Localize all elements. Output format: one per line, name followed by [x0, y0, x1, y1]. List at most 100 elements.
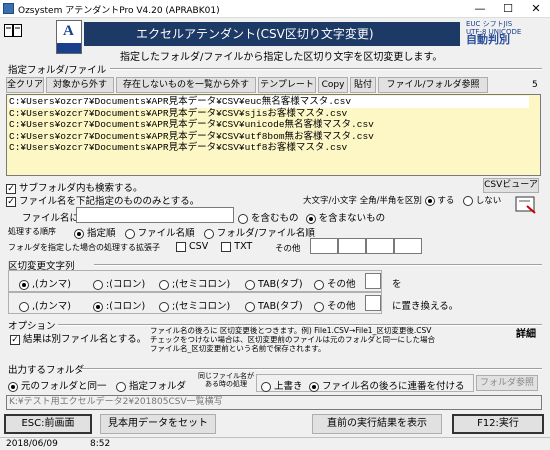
- delim-from-semicolon-label: ;(セミコロン): [172, 279, 231, 290]
- delim-to-colon-radio[interactable]: [93, 301, 103, 312]
- delim-to-comma-radio[interactable]: [19, 301, 29, 312]
- browse-file-folder-button[interactable]: ファイル/フォルダ参照: [378, 77, 488, 93]
- app-logo: A: [56, 20, 82, 54]
- output-specified-option[interactable]: 指定フォルダ: [116, 378, 186, 392]
- ext-other-input-1[interactable]: [310, 238, 338, 254]
- ext-other-input-3[interactable]: [366, 238, 394, 254]
- output-same-option[interactable]: 元のフォルダと同一: [8, 378, 107, 392]
- delim-to-other-radio[interactable]: [314, 301, 324, 312]
- overwrite-radio[interactable]: [261, 381, 271, 392]
- append-option[interactable]: ファイル名の後ろに連番を付ける: [309, 378, 465, 392]
- order-folder-radio[interactable]: [203, 228, 214, 239]
- separate-file-label: 結果は別ファイル名とする。: [23, 334, 147, 345]
- sample-data-button[interactable]: 見本用データをセット: [100, 414, 216, 434]
- back-button[interactable]: ESC:前画面: [4, 414, 92, 434]
- delim-from-comma[interactable]: ,(カンマ): [19, 276, 71, 290]
- append-radio[interactable]: [309, 381, 319, 392]
- encoding-brand: EUC シフトJIS UTF-8 UNICODE 自動判別: [466, 20, 548, 45]
- case-no-radio[interactable]: [463, 195, 474, 206]
- option-section-title: オプション: [8, 321, 56, 332]
- window-title: Ozsystem アテンダントPro V4.20 (APRABK01): [18, 6, 220, 16]
- delim-from-suffix: を: [392, 279, 402, 290]
- delim-to-other-input[interactable]: [365, 295, 381, 311]
- divider: [80, 368, 542, 370]
- copy-button[interactable]: Copy: [318, 77, 348, 93]
- only-files-checkbox[interactable]: ✓: [6, 196, 16, 207]
- edit-icon[interactable]: [515, 196, 537, 214]
- ext-other-input-2[interactable]: [338, 238, 366, 254]
- remove-missing-button[interactable]: 存在しないものを一覧から外す: [116, 77, 256, 93]
- ext-csv-checkbox[interactable]: [176, 241, 186, 252]
- list-item[interactable]: C:¥Users¥ozcr7¥Documents¥APR見本データ¥CSV¥ut…: [9, 131, 540, 143]
- delim-from-colon[interactable]: :(コロン): [93, 276, 145, 290]
- delim-from-semicolon-radio[interactable]: [159, 279, 169, 290]
- output-path-field[interactable]: K:¥テスト用エクセルデータ2¥201805CSV一覧横写: [6, 395, 542, 410]
- delim-to-tab[interactable]: TAB(タブ): [245, 298, 303, 312]
- output-same-radio[interactable]: [8, 381, 18, 392]
- last-result-button[interactable]: 直前の実行結果を表示: [312, 414, 442, 434]
- only-files-option[interactable]: ✓ ファイル名を下記指定のもののみとする。: [6, 193, 199, 207]
- subfolder-option[interactable]: ✓ サブフォルダ内も検索する。: [6, 180, 143, 194]
- case-yes-radio[interactable]: [424, 195, 435, 206]
- delim-from-tab-label: TAB(タブ): [258, 279, 303, 290]
- order-filename-label: ファイル名順: [137, 228, 195, 239]
- order-filename-radio[interactable]: [124, 228, 135, 239]
- filename-input[interactable]: [76, 207, 234, 223]
- detail-link[interactable]: 詳細: [516, 325, 536, 340]
- subfolder-checkbox[interactable]: ✓: [6, 183, 16, 194]
- delim-from-tab[interactable]: TAB(タブ): [245, 276, 303, 290]
- delim-to-other[interactable]: その他: [314, 298, 356, 312]
- delim-to-semicolon[interactable]: ;(セミコロン): [159, 298, 230, 312]
- delim-to-panel: ,(カンマ) :(コロン) ;(セミコロン) TAB(タブ) その他: [8, 292, 382, 314]
- list-item[interactable]: C:¥Users¥ozcr7¥Documents¥APR見本データ¥CSV¥eu…: [9, 96, 540, 108]
- run-button[interactable]: F12:実行: [452, 414, 544, 434]
- delim-from-colon-label: :(コロン): [106, 279, 146, 290]
- paste-button[interactable]: 貼付: [350, 77, 376, 93]
- delim-from-comma-label: ,(カンマ): [32, 279, 71, 290]
- output-specified-radio[interactable]: [116, 381, 126, 392]
- overwrite-label: 上書き: [274, 381, 303, 392]
- list-item[interactable]: C:¥Users¥ozcr7¥Documents¥APR見本データ¥CSV¥un…: [9, 119, 540, 131]
- delim-to-semicolon-radio[interactable]: [159, 301, 169, 312]
- file-list[interactable]: C:¥Users¥ozcr7¥Documents¥APR見本データ¥CSV¥eu…: [6, 94, 541, 176]
- not-contains-radio[interactable]: [305, 213, 316, 224]
- folder-browse-button[interactable]: フォルダ参照: [476, 375, 538, 391]
- ext-other-input-4[interactable]: [394, 238, 422, 254]
- close-button[interactable]: ✕: [522, 0, 550, 18]
- not-contains-label: を含まないもの: [318, 213, 386, 224]
- list-item[interactable]: C:¥Users¥ozcr7¥Documents¥APR見本データ¥CSV¥ut…: [9, 142, 540, 154]
- output-section-title: 出力するフォルダ: [8, 365, 85, 376]
- delim-to-tab-radio[interactable]: [245, 301, 255, 312]
- template-button[interactable]: テンプレート: [258, 77, 316, 93]
- delim-from-semicolon[interactable]: ;(セミコロン): [159, 276, 230, 290]
- clear-all-button[interactable]: 全クリア: [6, 77, 44, 93]
- divider: [94, 264, 542, 266]
- ext-txt-checkbox[interactable]: [221, 241, 232, 252]
- contains-radio[interactable]: [238, 213, 248, 224]
- separate-file-option[interactable]: ✓ 結果は別ファイル名とする。: [10, 331, 146, 345]
- delim-from-other[interactable]: その他: [314, 276, 356, 290]
- page-title: エクセルアテンダント(CSV区切り文字変更): [84, 22, 460, 46]
- overwrite-option[interactable]: 上書き: [261, 378, 303, 392]
- list-item[interactable]: C:¥Users¥ozcr7¥Documents¥APR見本データ¥CSV¥sj…: [9, 108, 540, 120]
- contains-option[interactable]: を含むもの を含まないもの: [238, 210, 385, 224]
- delim-to-colon[interactable]: :(コロン): [93, 298, 145, 312]
- append-label: ファイル名の後ろに連番を付ける: [322, 381, 465, 392]
- delim-from-tab-radio[interactable]: [245, 279, 255, 290]
- order-specified-radio[interactable]: [74, 228, 84, 239]
- remove-target-button[interactable]: 対象から外す: [46, 77, 114, 93]
- maximize-button[interactable]: ☐: [494, 0, 522, 18]
- folder-section-title: 指定フォルダ/ファイル: [8, 65, 107, 76]
- case-no-label: しない: [475, 196, 502, 206]
- delim-from-other-input[interactable]: [365, 273, 381, 289]
- delim-from-other-radio[interactable]: [314, 279, 324, 290]
- delim-from-colon-radio[interactable]: [93, 279, 103, 290]
- delim-to-comma-label: ,(カンマ): [32, 301, 71, 312]
- delim-to-comma[interactable]: ,(カンマ): [19, 298, 71, 312]
- book-icon[interactable]: [4, 24, 22, 37]
- ext-txt-label: TXT: [234, 241, 253, 252]
- csv-viewer-button[interactable]: CSVビューア: [483, 178, 539, 193]
- separate-file-checkbox[interactable]: ✓: [10, 334, 20, 345]
- minimize-button[interactable]: —: [466, 0, 494, 18]
- delim-from-comma-radio[interactable]: [19, 279, 29, 290]
